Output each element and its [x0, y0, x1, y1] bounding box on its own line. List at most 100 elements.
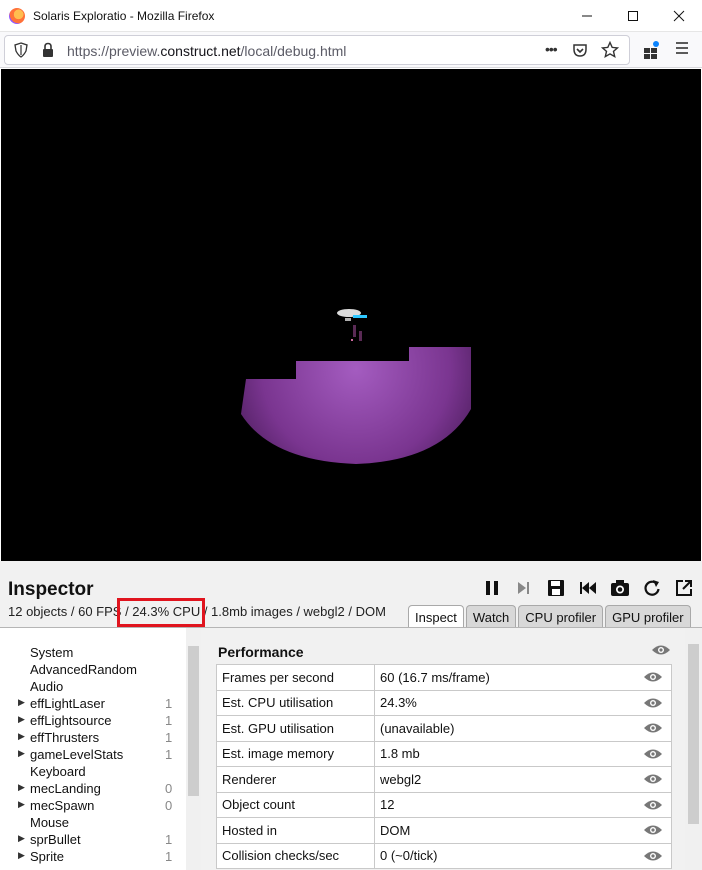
watch-section-eye-icon[interactable] — [651, 644, 671, 659]
watch-eye-icon[interactable] — [643, 824, 663, 839]
property-value-cell: 12 — [374, 791, 672, 818]
tab-cpu-profiler[interactable]: CPU profiler — [518, 605, 604, 629]
table-row: Est. GPU utilisation (unavailable) — [216, 715, 672, 742]
performance-scrollbar[interactable] — [685, 628, 702, 870]
list-item[interactable]: ▶ Sprite 1 — [0, 848, 186, 865]
expand-arrow-icon[interactable]: ▶ — [18, 697, 25, 708]
game-canvas[interactable] — [1, 69, 701, 561]
object-count: 1 — [165, 730, 173, 745]
object-name: Sprite — [30, 849, 64, 864]
list-item[interactable]: ▶ gameLevelStats 1 — [0, 746, 186, 763]
table-row: Est. image memory 1.8 mb — [216, 740, 672, 767]
minimize-button[interactable] — [564, 0, 610, 32]
pause-icon — [486, 581, 498, 595]
table-row: Hosted in DOM — [216, 817, 672, 844]
object-count: 0 — [165, 781, 173, 796]
object-name: Audio — [30, 679, 64, 694]
screenshot-button[interactable] — [604, 576, 636, 600]
object-count: 1 — [165, 849, 173, 864]
inspector-panel: Inspector 12 objects / 60 FPS / 24.3% CP… — [0, 561, 702, 870]
pause-button[interactable] — [476, 576, 508, 600]
shield-icon[interactable] — [14, 42, 28, 58]
inspector-toolbar — [476, 576, 700, 600]
rewind-icon — [580, 582, 596, 594]
object-count: 0 — [165, 798, 173, 813]
list-item[interactable]: AdvancedRandom — [0, 661, 186, 678]
list-item[interactable]: System — [0, 644, 186, 661]
save-icon — [548, 580, 564, 596]
minimize-icon — [582, 15, 592, 17]
table-row: Frames per second 60 (16.7 ms/frame) — [216, 664, 672, 691]
list-item[interactable]: ▶ sprBullet 1 — [0, 831, 186, 848]
property-value: 0 (~0/tick) — [380, 848, 438, 864]
watch-eye-icon[interactable] — [643, 773, 663, 788]
performance-title: Performance — [218, 644, 304, 660]
extensions-gift-icon[interactable] — [641, 40, 661, 60]
property-value: webgl2 — [380, 771, 422, 787]
load-button[interactable] — [572, 576, 604, 600]
window-controls — [564, 0, 702, 32]
property-value-cell: 1.8 mb — [374, 740, 672, 767]
step-button[interactable] — [508, 576, 540, 600]
save-button[interactable] — [540, 576, 572, 600]
tab-inspect[interactable]: Inspect — [408, 605, 464, 629]
hamburger-menu-icon[interactable] — [675, 41, 689, 55]
watch-eye-icon[interactable] — [643, 671, 663, 686]
table-row: Renderer webgl2 — [216, 766, 672, 793]
watch-eye-icon[interactable] — [643, 697, 663, 712]
list-item[interactable]: ▶ mecSpawn 0 — [0, 797, 186, 814]
watch-eye-icon[interactable] — [643, 799, 663, 814]
window-title: Solaris Exploratio - Mozilla Firefox — [33, 8, 215, 23]
object-name: effThrusters — [30, 730, 100, 745]
navigation-bar: https://preview.construct.net/local/debu… — [0, 32, 702, 68]
game-scene-image — [241, 309, 471, 464]
list-item[interactable]: ▶ effLightLaser 1 — [0, 695, 186, 712]
object-name: Mouse — [30, 815, 70, 830]
watch-eye-icon[interactable] — [643, 850, 663, 865]
property-value: 24.3% — [380, 695, 417, 711]
watch-eye-icon[interactable] — [643, 722, 663, 737]
property-name: Collision checks/sec — [216, 842, 375, 869]
ship-sprite — [337, 309, 367, 341]
expand-arrow-icon[interactable]: ▶ — [18, 731, 25, 742]
tab-gpu-profiler[interactable]: GPU profiler — [605, 605, 691, 629]
list-item[interactable]: Audio — [0, 678, 186, 695]
list-item[interactable]: ▶ effThrusters 1 — [0, 729, 186, 746]
watch-eye-icon[interactable] — [643, 748, 663, 763]
object-name: mecSpawn — [30, 798, 95, 813]
lock-icon[interactable] — [42, 42, 54, 58]
external-link-icon — [676, 580, 692, 596]
property-value-cell: webgl2 — [374, 766, 672, 793]
close-button[interactable] — [656, 0, 702, 32]
expand-arrow-icon[interactable]: ▶ — [18, 748, 25, 759]
restart-button[interactable] — [636, 576, 668, 600]
list-item[interactable]: Mouse — [0, 814, 186, 831]
inspector-title: Inspector — [8, 579, 94, 600]
list-item[interactable]: ▶ mecLanding 0 — [0, 780, 186, 797]
url-bar[interactable]: https://preview.construct.net/local/debu… — [4, 35, 630, 65]
maximize-button[interactable] — [610, 0, 656, 32]
page-actions-menu-icon[interactable]: ••• — [545, 41, 558, 57]
url-text[interactable]: https://preview.construct.net/local/debu… — [67, 43, 346, 59]
object-count: 1 — [165, 713, 173, 728]
step-icon — [518, 582, 529, 594]
inspector-content: System AdvancedRandom Audio ▶ effLightLaser 1… — [0, 627, 702, 870]
list-item[interactable]: ▶ effLightsource 1 — [0, 712, 186, 729]
bookmark-star-icon[interactable] — [601, 41, 619, 59]
close-icon — [673, 10, 685, 22]
object-name: Keyboard — [30, 764, 86, 779]
tab-watch[interactable]: Watch — [465, 605, 517, 629]
popout-button[interactable] — [668, 576, 700, 600]
expand-arrow-icon[interactable]: ▶ — [18, 850, 25, 861]
list-item[interactable]: Keyboard — [0, 763, 186, 780]
pocket-icon[interactable] — [572, 42, 588, 58]
object-name: mecLanding — [30, 781, 101, 796]
expand-arrow-icon[interactable]: ▶ — [18, 782, 25, 793]
property-name: Est. CPU utilisation — [216, 689, 375, 716]
expand-arrow-icon[interactable]: ▶ — [18, 799, 25, 810]
property-value-cell: 24.3% — [374, 689, 672, 716]
object-list-scrollbar[interactable] — [186, 628, 201, 870]
expand-arrow-icon[interactable]: ▶ — [18, 833, 25, 844]
expand-arrow-icon[interactable]: ▶ — [18, 714, 25, 725]
property-name: Est. GPU utilisation — [216, 715, 375, 742]
